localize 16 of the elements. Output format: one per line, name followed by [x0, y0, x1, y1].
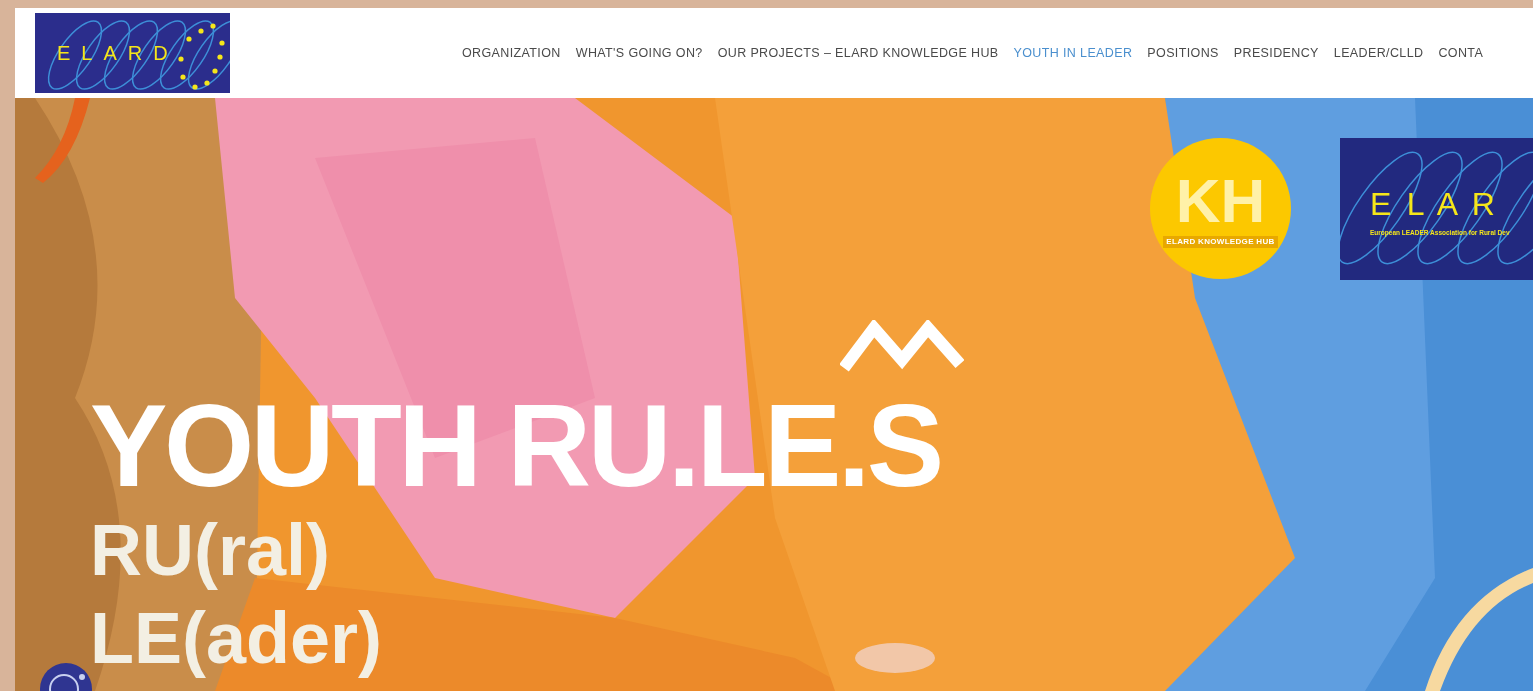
nav-link[interactable]: WHAT'S GOING ON? [575, 43, 703, 63]
nav-link[interactable]: LEADER/CLLD [1333, 43, 1424, 63]
zigzag-icon [840, 320, 964, 372]
nav-link[interactable]: ORGANIZATION [462, 43, 561, 63]
elard-logo[interactable]: ELARD [35, 13, 230, 93]
nav-link[interactable]: YOUTH IN LEADER [1013, 43, 1133, 63]
hero-subline: RU(ral) [90, 509, 330, 592]
kh-label: ELARD KNOWLEDGE HUB [1163, 235, 1278, 248]
hero-subline: LE(ader) [90, 597, 383, 680]
nav-link[interactable]: OUR PROJECTS – ELARD KNOWLEDGE HUB [717, 43, 999, 63]
nav-link[interactable]: POSITIONS [1147, 43, 1219, 63]
nav-link[interactable]: PRESIDENCY [1233, 43, 1319, 63]
logo-text: ELARD [57, 41, 179, 66]
badge-title: E L A R [1370, 185, 1499, 225]
kh-monogram: KH [1175, 169, 1266, 232]
nav-link[interactable]: CONTA [1438, 43, 1484, 63]
